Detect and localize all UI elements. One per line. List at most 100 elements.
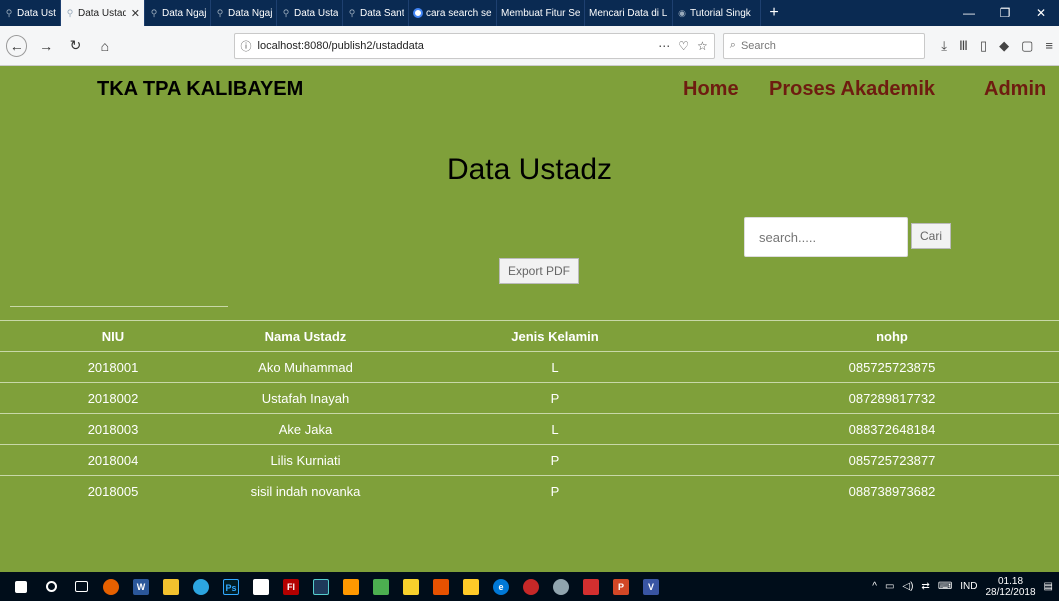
keyboard-icon[interactable]: ⌨ — [938, 581, 952, 592]
screenshot-icon[interactable]: ▢ — [1021, 38, 1033, 54]
cell-jenis-kelamin: P — [385, 444, 725, 476]
window-controls: — ❐ ✕ — [951, 0, 1059, 26]
os-taskbar: W Ps Fl e P V ^ ▭ ◁) ⇄ ⌨ IND 01.18 28/12… — [0, 572, 1059, 601]
column-header-nama: Nama Ustadz — [226, 320, 385, 352]
mail-icon[interactable] — [246, 572, 276, 601]
chevron-up-icon[interactable]: ^ — [872, 581, 877, 592]
info-icon[interactable]: ⓘ — [241, 38, 252, 54]
table-row: 2018003 Ake Jaka L 088372648184 — [0, 413, 1059, 445]
telegram-icon[interactable] — [186, 572, 216, 601]
browser-tab[interactable]: cara search se — [409, 0, 497, 26]
nav-admin-link[interactable]: Admin — [984, 78, 1046, 101]
nav-home-link[interactable]: Home — [683, 78, 739, 101]
home-icon[interactable]: ⌂ — [94, 35, 115, 57]
url-text[interactable]: localhost:8080/publish2/ustaddata — [258, 40, 653, 52]
task-view-icon[interactable] — [66, 572, 96, 601]
firefox-icon[interactable] — [96, 572, 126, 601]
browser-search-box[interactable]: ⌕ Search — [722, 32, 926, 59]
flash-icon[interactable]: Fl — [276, 572, 306, 601]
acrobat-icon[interactable] — [576, 572, 606, 601]
column-header-jenis-kelamin: Jenis Kelamin — [385, 320, 725, 352]
page-icon: ⚲ — [216, 7, 224, 18]
back-arrow-icon[interactable]: ← — [6, 34, 28, 57]
browser-tab[interactable]: ⚲Data Ustadz — [0, 0, 61, 26]
browser-tab[interactable]: ◉ Tutorial Singk — [673, 0, 761, 26]
search-button[interactable]: Cari — [911, 223, 951, 249]
bookmark-star-icon[interactable]: ☆ — [697, 39, 708, 53]
app-icon[interactable] — [516, 572, 546, 601]
browser-tab[interactable]: ⚲Data Santri — [343, 0, 409, 26]
divider — [10, 306, 228, 307]
file-explorer-icon[interactable] — [156, 572, 186, 601]
browser-tab[interactable]: ⚲Data Ngaji Santri — [145, 0, 211, 26]
table-row: 2018005 sisil indah novanka P 0887389736… — [0, 475, 1059, 507]
restore-icon[interactable]: ❐ — [987, 6, 1023, 20]
app-icon[interactable] — [456, 572, 486, 601]
page-icon: ⚲ — [348, 7, 356, 18]
address-bar[interactable]: ⓘ localhost:8080/publish2/ustaddata ⋯ ♡ … — [233, 32, 715, 59]
notification-icon[interactable]: ▤ — [1044, 581, 1053, 592]
app-icon[interactable] — [426, 572, 456, 601]
cell-nama: sisil indah novanka — [226, 475, 385, 507]
app-icon[interactable] — [546, 572, 576, 601]
cell-niu: 2018002 — [0, 382, 226, 414]
minimize-icon[interactable]: — — [951, 6, 987, 20]
search-icon: ⌕ — [729, 39, 736, 51]
cell-niu: 2018005 — [0, 475, 226, 507]
extension-icon[interactable]: ◆ — [999, 38, 1009, 54]
pocket-icon[interactable]: ♡ — [678, 39, 689, 53]
page-icon: ⚲ — [66, 7, 74, 18]
site-brand[interactable]: TKA TPA KALIBAYEM — [97, 78, 303, 101]
powerpoint-icon[interactable]: P — [606, 572, 636, 601]
volume-icon[interactable]: ◁) — [902, 581, 913, 592]
app-icon[interactable] — [366, 572, 396, 601]
cell-nohp: 088738973682 — [725, 475, 1059, 507]
sidebar-icon[interactable]: ▯ — [980, 38, 987, 54]
battery-icon[interactable]: ▭ — [885, 581, 894, 592]
export-pdf-button[interactable]: Export PDF — [499, 258, 579, 284]
photoshop-icon[interactable]: Ps — [216, 572, 246, 601]
search-icon[interactable] — [36, 572, 66, 601]
column-header-niu: NIU — [0, 320, 226, 352]
browser-search-placeholder: Search — [740, 39, 776, 52]
table-header-row: NIU Nama Ustadz Jenis Kelamin nohp — [0, 320, 1059, 352]
language-indicator[interactable]: IND — [960, 581, 977, 592]
cell-nama: Ako Muhammad — [226, 351, 385, 383]
browser-tab[interactable]: ⚲Data Ustadz — [277, 0, 343, 26]
sublime-icon[interactable] — [336, 572, 366, 601]
browser-tab[interactable]: ⚲Data Ngaji Santri — [211, 0, 277, 26]
menu-icon[interactable]: ≡ — [1045, 38, 1053, 54]
clock[interactable]: 01.18 28/12/2018 — [985, 576, 1035, 598]
table-row: 2018001 Ako Muhammad L 085725723875 — [0, 351, 1059, 383]
table-row: 2018004 Lilis Kurniati P 085725723877 — [0, 444, 1059, 476]
windows-start-icon[interactable] — [6, 572, 36, 601]
cell-nohp: 085725723875 — [725, 351, 1059, 383]
page-icon: ⚲ — [282, 7, 290, 18]
cell-niu: 2018001 — [0, 351, 226, 383]
close-tab-icon[interactable]: ✕ — [131, 7, 140, 20]
visio-icon[interactable]: V — [636, 572, 666, 601]
sticky-notes-icon[interactable] — [396, 572, 426, 601]
browser-tab[interactable]: Mencari Data di L — [585, 0, 673, 26]
reload-icon[interactable]: ↻ — [65, 35, 86, 57]
browser-navbar: ← → ↻ ⌂ ⓘ localhost:8080/publish2/ustadd… — [0, 26, 1059, 66]
site-icon: ◉ — [678, 7, 686, 18]
library-icon[interactable]: Ⅲ — [959, 38, 968, 54]
more-icon[interactable]: ⋯ — [658, 39, 670, 53]
network-icon[interactable]: ⇄ — [921, 581, 929, 592]
edge-icon[interactable]: e — [486, 572, 516, 601]
cell-jenis-kelamin: L — [385, 351, 725, 383]
ustadz-table: NIU Nama Ustadz Jenis Kelamin nohp 20180… — [0, 320, 1059, 507]
app-icon[interactable] — [306, 572, 336, 601]
clock-time: 01.18 — [998, 575, 1024, 587]
new-tab-icon[interactable]: + — [761, 0, 787, 26]
download-icon[interactable]: ⤓ — [941, 38, 947, 54]
close-window-icon[interactable]: ✕ — [1023, 6, 1059, 20]
browser-tab-active[interactable]: ⚲Data Ustadz✕ — [61, 0, 145, 26]
nav-proses-akademik-link[interactable]: Proses Akademik — [769, 78, 935, 101]
forward-arrow-icon[interactable]: → — [35, 35, 56, 57]
browser-tab[interactable]: Membuat Fitur Se — [497, 0, 585, 26]
word-icon[interactable]: W — [126, 572, 156, 601]
search-input[interactable] — [744, 217, 908, 257]
cell-nama: Lilis Kurniati — [226, 444, 385, 476]
